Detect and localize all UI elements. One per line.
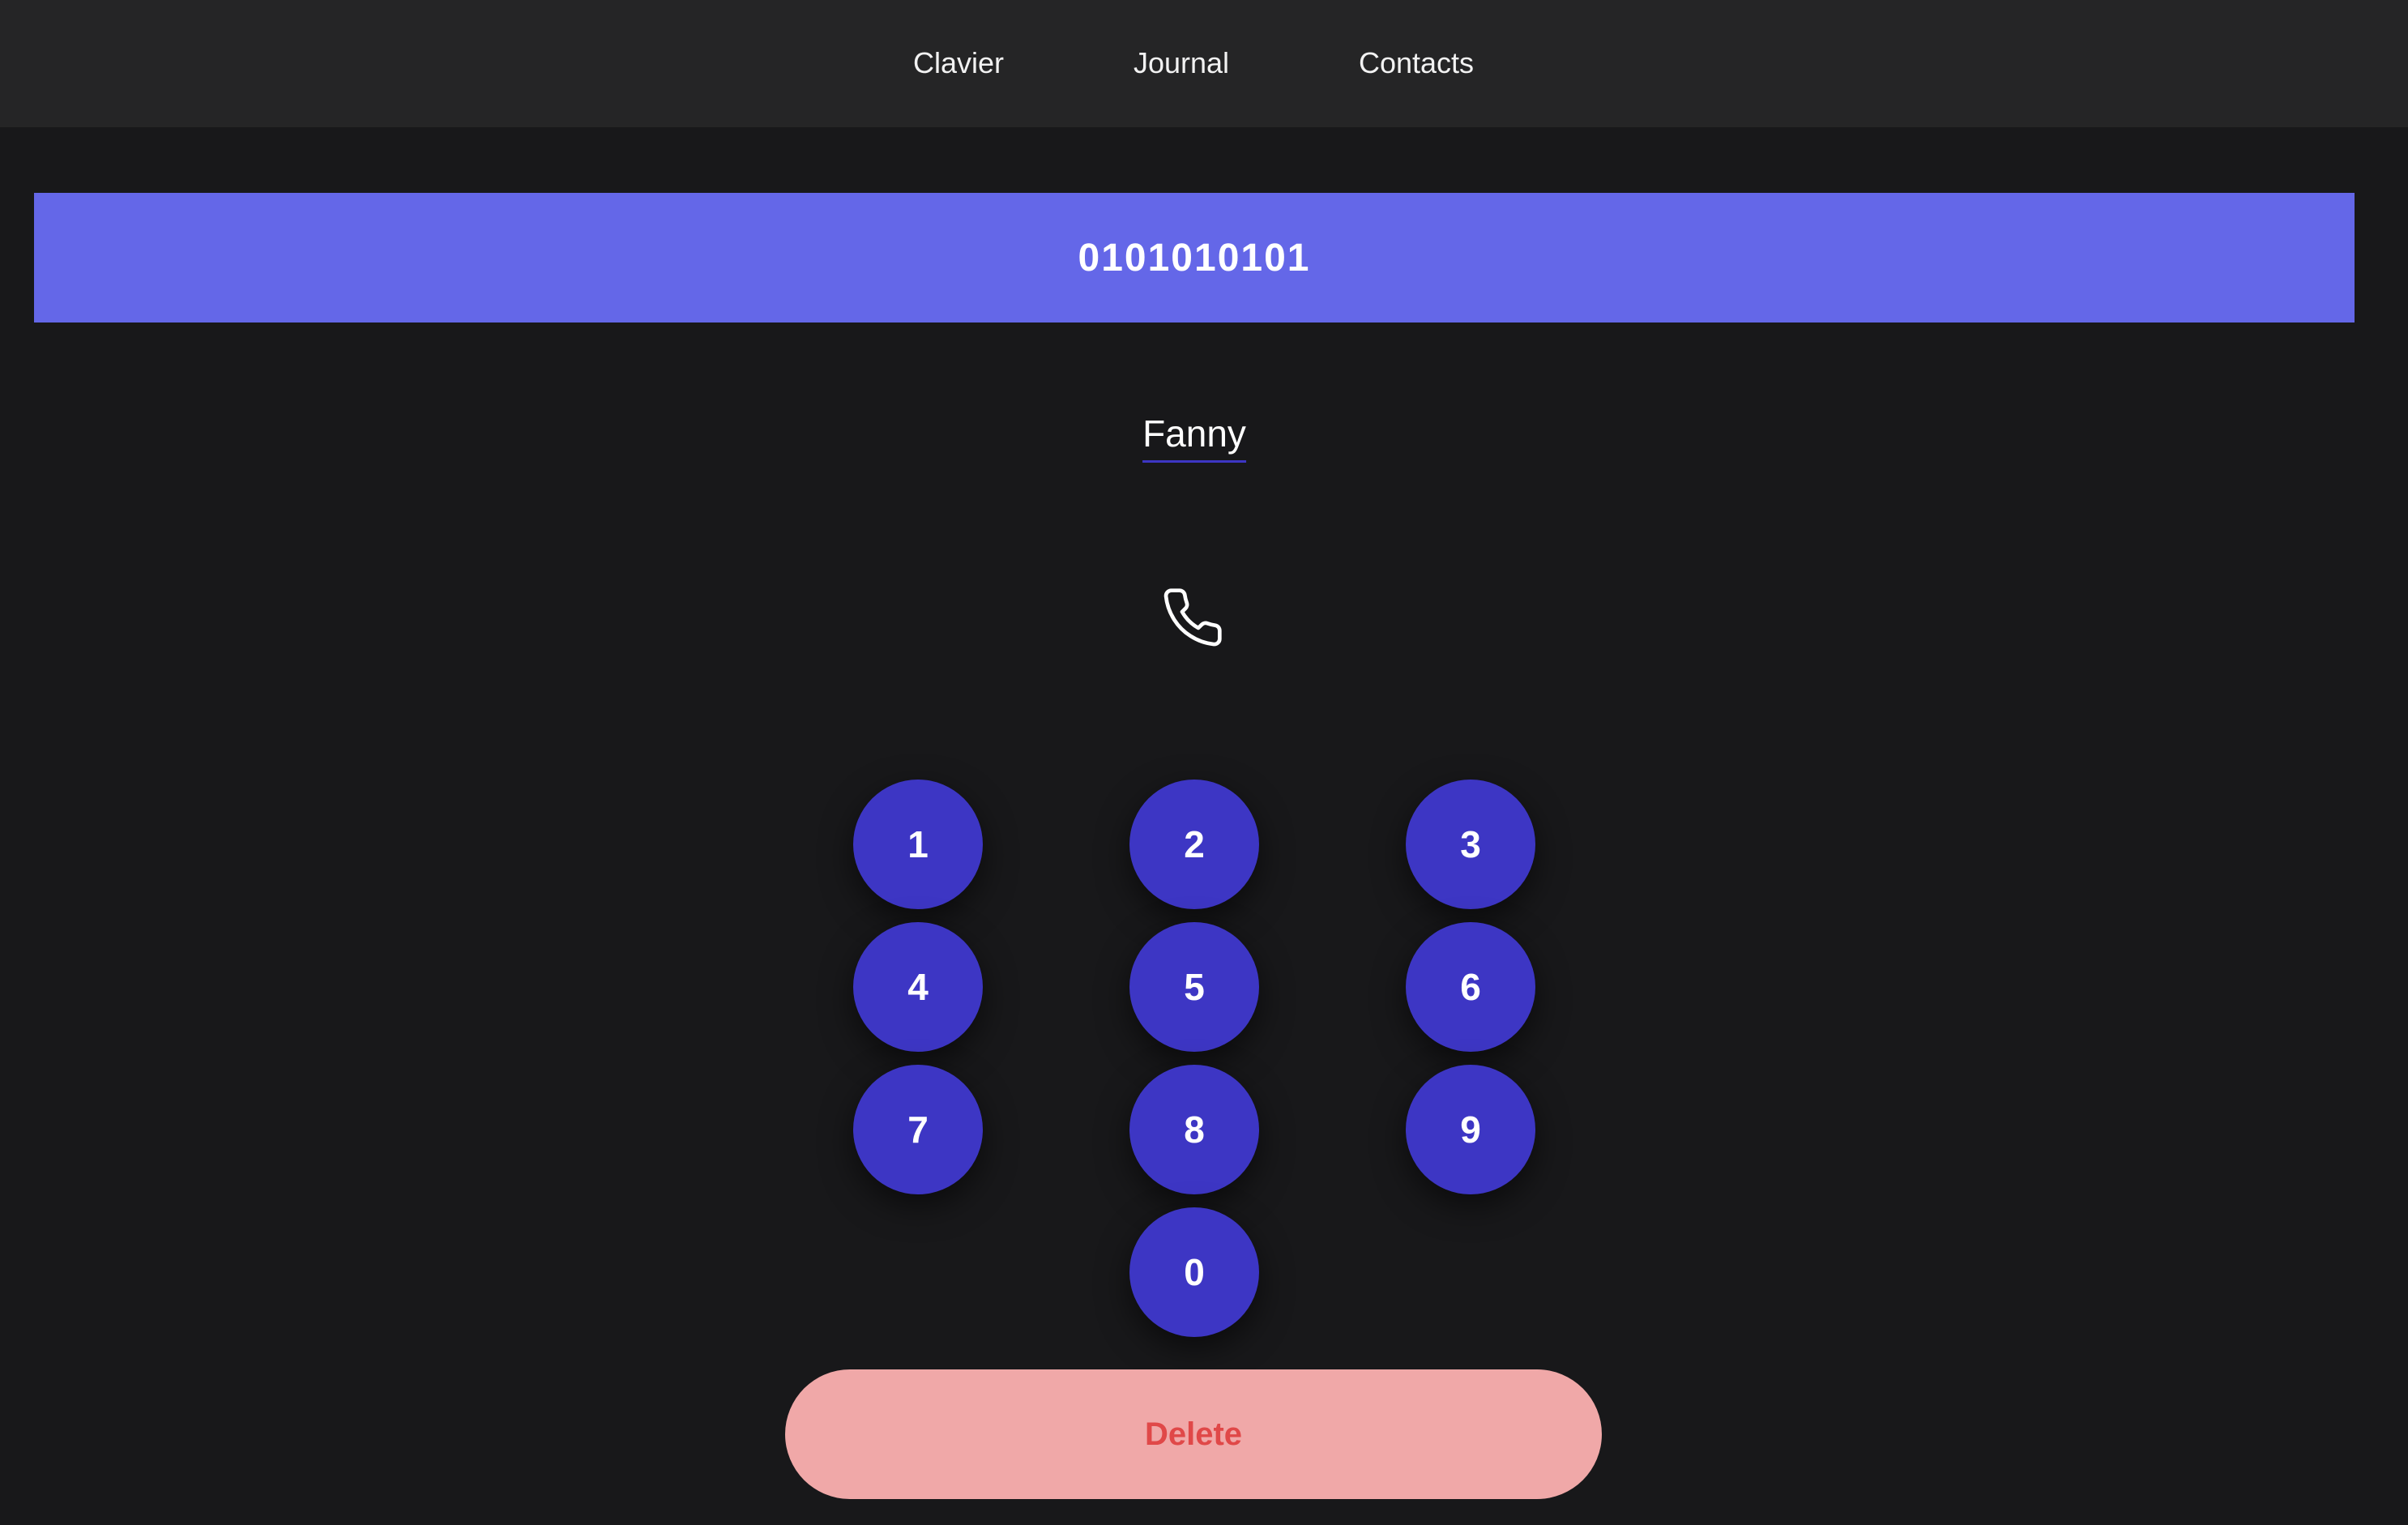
key-label: 0 — [1184, 1251, 1205, 1293]
phone-icon[interactable] — [1160, 585, 1225, 650]
key-label: 5 — [1184, 966, 1205, 1008]
key-0[interactable]: 0 — [1129, 1207, 1259, 1337]
key-label: 4 — [907, 966, 929, 1008]
key-label: 7 — [907, 1109, 929, 1151]
number-display: 0101010101 — [34, 193, 2355, 323]
key-label: 8 — [1184, 1109, 1205, 1151]
key-9[interactable]: 9 — [1406, 1065, 1535, 1194]
tab-contacts[interactable]: Contacts — [1359, 41, 1474, 86]
key-label: 6 — [1460, 966, 1481, 1008]
key-7[interactable]: 7 — [853, 1065, 983, 1194]
key-6[interactable]: 6 — [1406, 922, 1535, 1052]
top-nav-bar: Clavier Journal Contacts — [0, 0, 2408, 127]
contact-name: Fanny — [1142, 412, 1246, 463]
key-4[interactable]: 4 — [853, 922, 983, 1052]
delete-label: Delete — [1144, 1416, 1243, 1452]
key-1[interactable]: 1 — [853, 780, 983, 909]
key-label: 1 — [907, 823, 929, 865]
tab-clavier[interactable]: Clavier — [913, 41, 1004, 86]
key-2[interactable]: 2 — [1129, 780, 1259, 909]
key-label: 2 — [1184, 823, 1205, 865]
key-label: 9 — [1460, 1109, 1481, 1151]
key-5[interactable]: 5 — [1129, 922, 1259, 1052]
key-label: 3 — [1460, 823, 1481, 865]
delete-button[interactable]: Delete — [785, 1369, 1602, 1499]
dialed-number: 0101010101 — [1078, 236, 1311, 280]
key-3[interactable]: 3 — [1406, 780, 1535, 909]
tab-journal[interactable]: Journal — [1134, 41, 1229, 86]
key-8[interactable]: 8 — [1129, 1065, 1259, 1194]
